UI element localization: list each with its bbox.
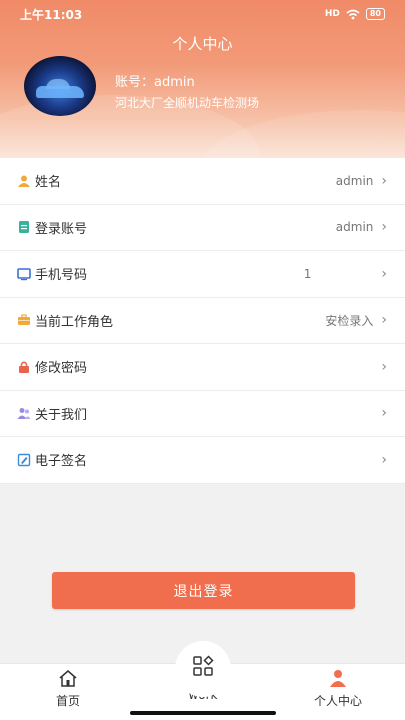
row-label: 关于我们 <box>35 407 88 423</box>
row-e-signature[interactable]: 电子签名 › <box>0 437 405 484</box>
tab-label: 个人中心 <box>313 694 362 708</box>
chevron-right-icon: › <box>381 312 387 329</box>
user-icon <box>17 174 31 188</box>
row-label: 手机号码 <box>35 268 88 284</box>
wifi-icon <box>346 9 360 19</box>
row-label: 当前工作角色 <box>35 314 114 330</box>
row-value: admin <box>335 220 374 235</box>
lock-icon <box>17 360 31 374</box>
status-time: 上午11:03 <box>20 7 83 22</box>
row-login-account[interactable]: 登录账号 admin › <box>0 205 405 251</box>
company-name: 河北大厂全顺机动车检测场 <box>115 96 260 110</box>
monitor-icon <box>17 267 31 281</box>
home-icon <box>59 670 77 687</box>
status-icons: HD 80 <box>325 8 385 20</box>
chevron-right-icon: › <box>381 358 387 375</box>
row-value: 安检录入 <box>325 313 374 328</box>
row-change-password[interactable]: 修改密码 › <box>0 344 405 391</box>
tab-label: 首页 <box>55 694 80 708</box>
row-phone[interactable]: 手机号码 1 › <box>0 251 405 298</box>
account-text: 账号：admin <box>115 75 195 90</box>
chevron-right-icon: › <box>381 405 387 422</box>
row-value: 1 <box>303 266 312 281</box>
row-label: 姓名 <box>35 175 62 191</box>
work-tab-button[interactable] <box>175 641 231 697</box>
row-role[interactable]: 当前工作角色 安检录入 › <box>0 298 405 344</box>
grid-icon <box>193 655 214 676</box>
header-wave <box>200 110 405 158</box>
status-bar: 上午11:03 HD 80 <box>0 0 405 28</box>
signal-icon: HD <box>324 9 340 19</box>
row-label: 修改密码 <box>35 361 88 377</box>
row-value: admin <box>335 173 374 188</box>
chevron-right-icon: › <box>381 265 387 282</box>
row-about-us[interactable]: 关于我们 › <box>0 391 405 437</box>
document-icon <box>17 220 31 234</box>
row-label: 电子签名 <box>35 454 88 470</box>
settings-list: 姓名 admin › 登录账号 admin › 手机号码 1 › 当前工作角色 … <box>0 158 405 484</box>
home-indicator <box>130 711 276 715</box>
row-label: 登录账号 <box>35 221 88 237</box>
signature-icon <box>17 453 31 467</box>
chevron-right-icon: › <box>381 451 387 468</box>
person-icon <box>330 670 346 687</box>
tab-home[interactable]: 首页 <box>28 669 108 709</box>
avatar[interactable] <box>24 56 96 116</box>
tab-profile[interactable]: 个人中心 <box>298 669 378 709</box>
page-title: 个人中心 <box>172 35 233 53</box>
logout-button[interactable]: 退出登录 <box>52 572 355 609</box>
car-image <box>36 86 84 98</box>
battery-icon: 80 <box>365 8 385 20</box>
chevron-right-icon: › <box>381 172 387 189</box>
chevron-right-icon: › <box>381 219 387 236</box>
row-name[interactable]: 姓名 admin › <box>0 158 405 205</box>
group-icon <box>17 406 31 420</box>
briefcase-icon <box>17 313 31 327</box>
